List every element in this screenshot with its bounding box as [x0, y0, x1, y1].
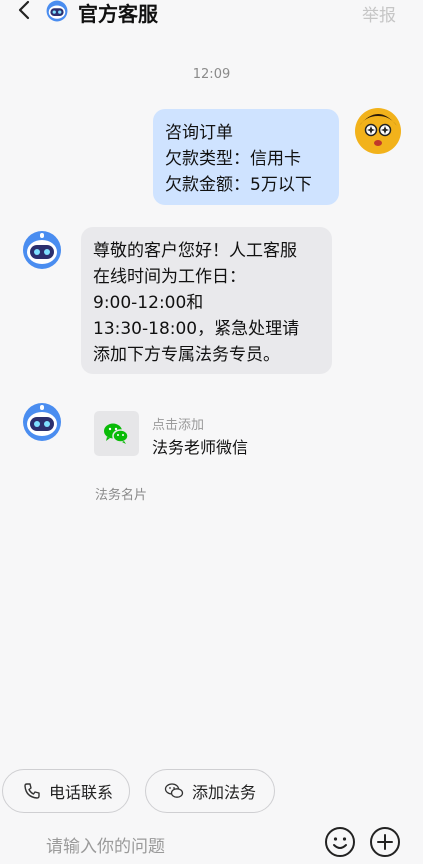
report-button[interactable]: 举报: [362, 1, 396, 26]
phone-icon: [24, 783, 40, 799]
back-arrow-icon[interactable]: [17, 0, 33, 20]
user-message-line: 欠款类型：信用卡: [165, 149, 301, 169]
bot-message-line: 在线时间为工作日：: [93, 267, 246, 287]
card-tag: 法务名片: [95, 488, 148, 503]
add-legal-label: 添加法务: [192, 783, 257, 802]
user-message-line: 咨询订单: [165, 123, 233, 143]
plus-icon[interactable]: [369, 826, 401, 858]
bot-message-bubble: 尊敬的客户您好！人工客服 在线时间为工作日： 9:00-12:00和 13:30…: [81, 227, 332, 374]
card-title: 法务老师微信: [152, 438, 249, 457]
emoji-icon[interactable]: [324, 826, 356, 858]
bot-message-line: 13:30-18:00，紧急处理请: [93, 319, 300, 339]
user-message-line: 欠款金额：5万以下: [165, 175, 312, 195]
robot-avatar-icon[interactable]: [22, 402, 62, 442]
bot-message-line: 尊敬的客户您好！人工客服: [93, 241, 297, 261]
wechat-logo-icon: [94, 411, 139, 456]
message-input[interactable]: 请输入你的问题: [46, 832, 165, 857]
user-avatar[interactable]: [355, 108, 401, 154]
chat-title: 官方客服: [78, 2, 158, 26]
message-timestamp: 12:09: [192, 67, 231, 82]
bot-message-line: 9:00-12:00和: [93, 293, 204, 313]
wechat-contact-card[interactable]: 点击添加 法务老师微信: [94, 411, 294, 461]
wechat-outline-icon: [164, 783, 184, 798]
bot-message-line: 添加下方专属法务专员。: [93, 345, 280, 365]
user-message-bubble: 咨询订单 欠款类型：信用卡 欠款金额：5万以下: [153, 109, 339, 205]
robot-avatar-icon: [46, 0, 68, 22]
add-legal-button[interactable]: 添加法务: [145, 769, 275, 813]
chat-header: 官方客服 举报: [0, 0, 423, 26]
call-contact-button[interactable]: 电话联系: [2, 769, 130, 813]
robot-avatar-icon[interactable]: [22, 230, 62, 270]
card-hint: 点击添加: [152, 418, 205, 433]
call-contact-label: 电话联系: [49, 783, 114, 802]
